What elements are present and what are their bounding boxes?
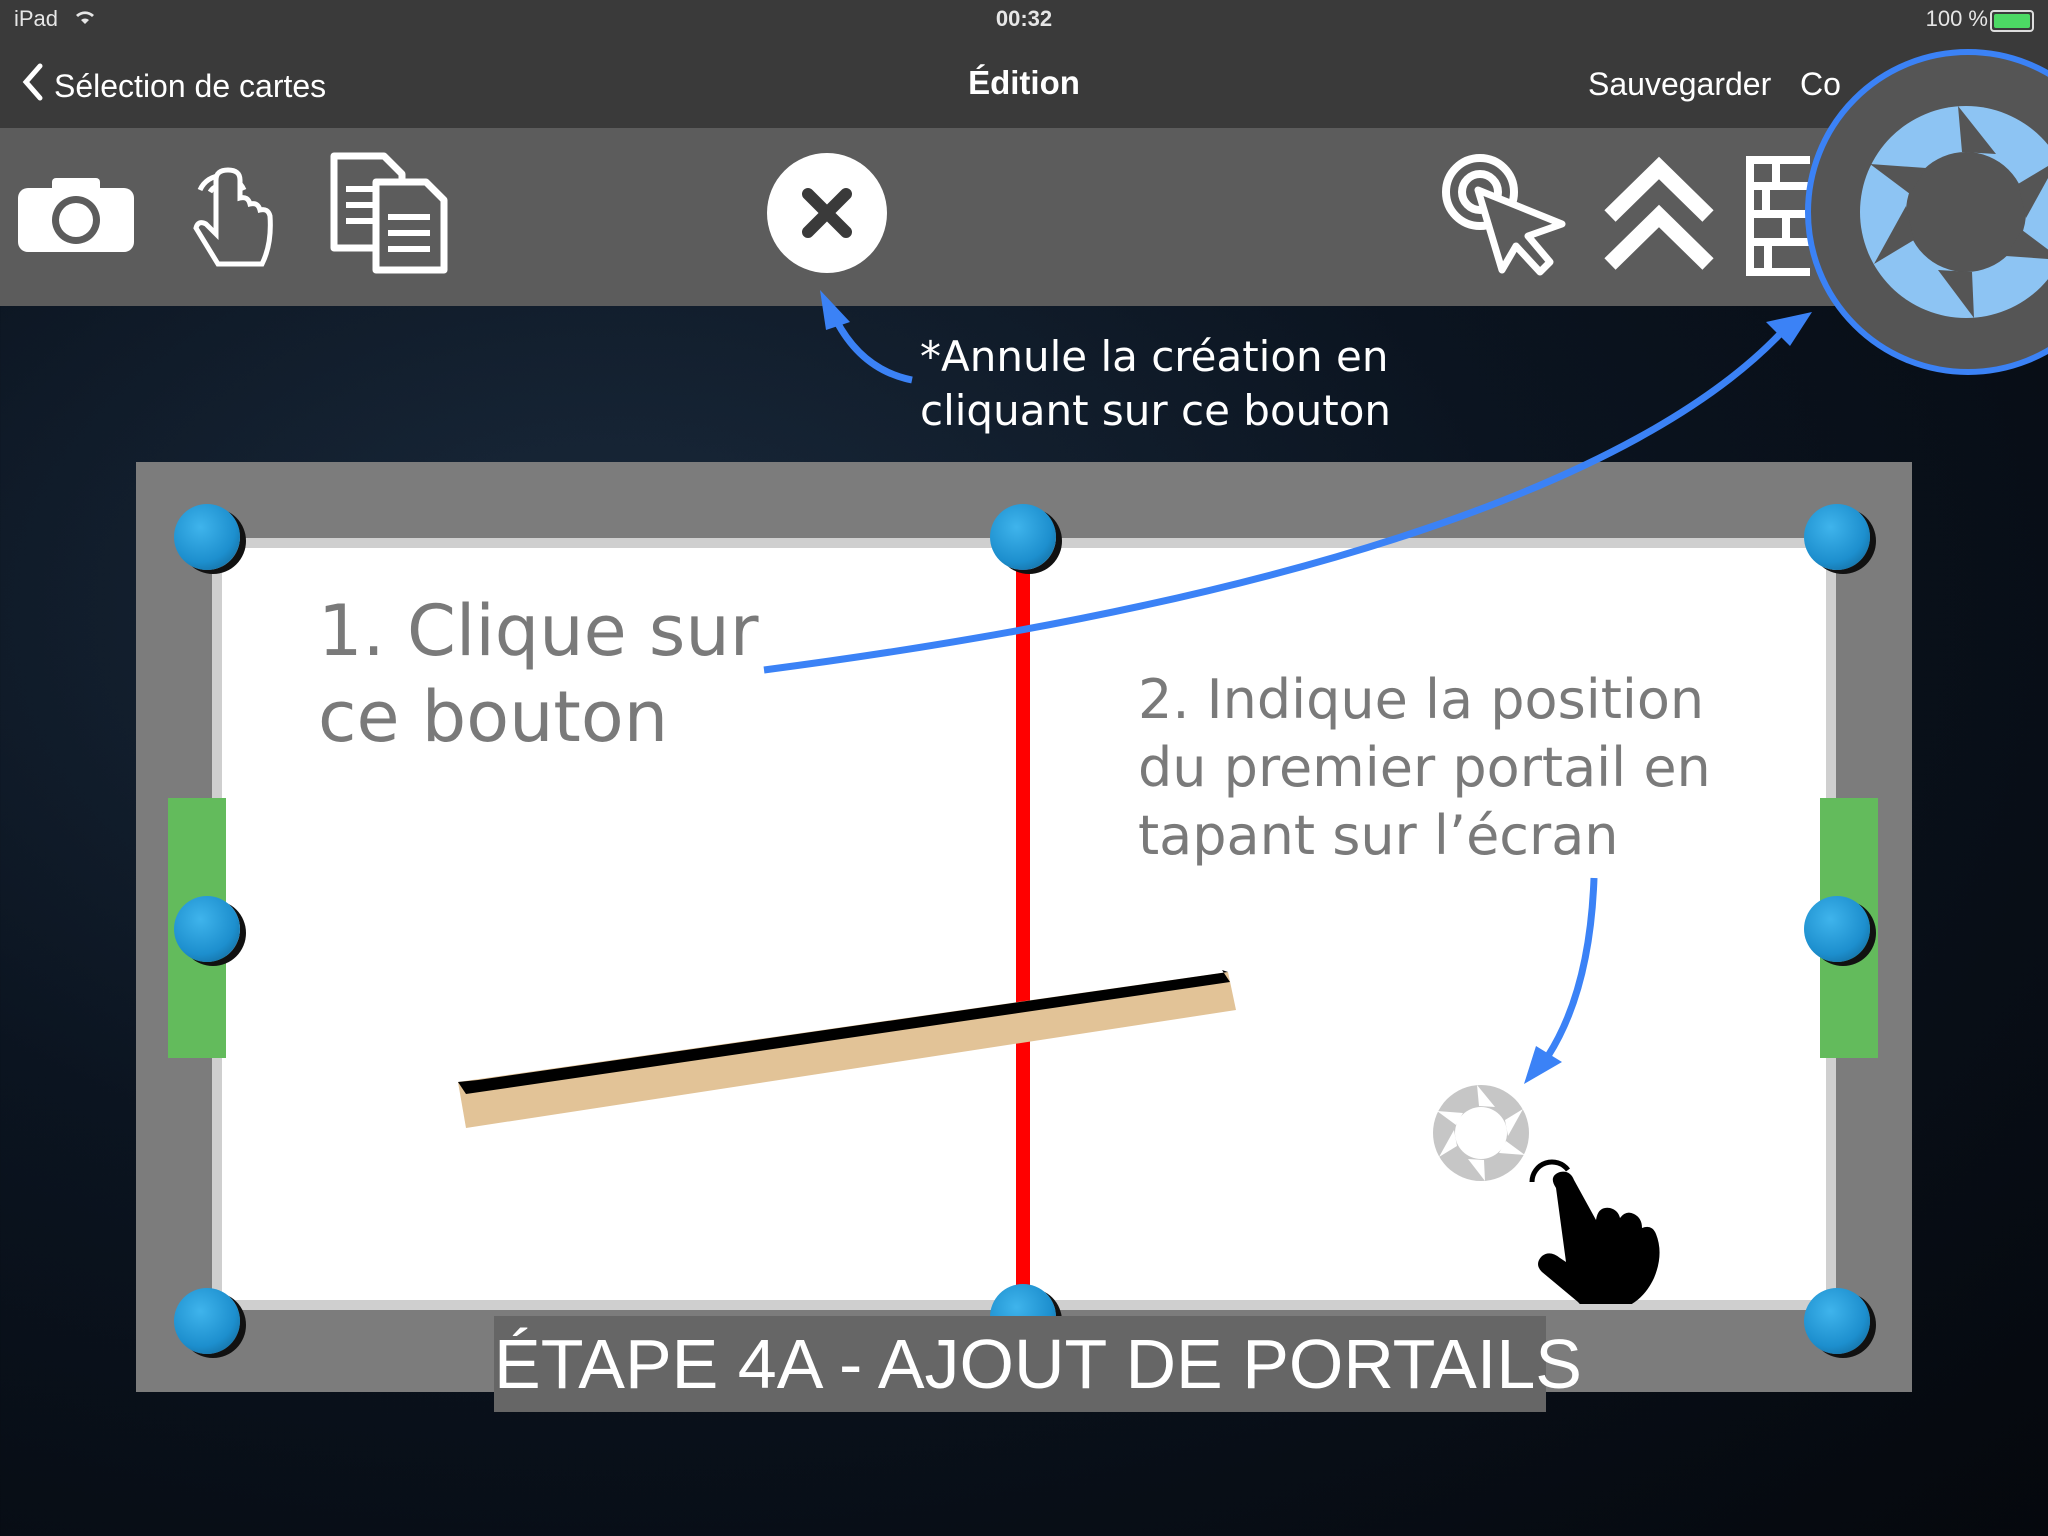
cancel-annotation: *Annule la création en cliquant sur ce b… xyxy=(920,330,1391,438)
ball[interactable] xyxy=(1804,1288,1870,1354)
placed-portal-icon[interactable] xyxy=(1432,1084,1530,1187)
camera-icon[interactable] xyxy=(16,174,136,259)
status-bar: iPad 00:32 100 % xyxy=(0,0,2048,40)
step2-instruction: 2. Indique la position du premier portai… xyxy=(1138,666,1738,870)
center-line xyxy=(1016,536,1030,1316)
close-icon[interactable] xyxy=(766,152,888,279)
cancel-note-line1: *Annule la création en xyxy=(920,332,1389,381)
tap-hand-icon xyxy=(1526,1158,1666,1313)
save-button[interactable]: Sauvegarder xyxy=(1588,66,1771,103)
step2-line2: du premier portail en xyxy=(1138,736,1711,799)
step2-line1: 2. Indique la position xyxy=(1138,668,1705,731)
clock: 00:32 xyxy=(995,6,1053,31)
ball[interactable] xyxy=(990,504,1056,570)
copy-icon[interactable] xyxy=(326,152,450,281)
step1-instruction: 1. Clique sur ce bouton xyxy=(318,588,759,760)
battery-icon xyxy=(1990,10,2034,32)
editor-toolbar xyxy=(0,128,2048,306)
ball[interactable] xyxy=(174,896,240,962)
step2-line3: tapant sur l’écran xyxy=(1138,804,1619,867)
step1-line1: 1. Clique sur xyxy=(318,590,759,672)
ball[interactable] xyxy=(1804,896,1870,962)
tap-hand-icon[interactable] xyxy=(184,150,280,279)
ball[interactable] xyxy=(1804,504,1870,570)
battery-percent: 100 % xyxy=(1925,6,1988,31)
step1-line2: ce bouton xyxy=(318,676,669,758)
portal-button[interactable] xyxy=(1792,44,2048,378)
ball[interactable] xyxy=(174,1288,240,1354)
cancel-note-line2: cliquant sur ce bouton xyxy=(920,386,1392,435)
navigation-bar: Sélection de cartes Édition Sauvegarder … xyxy=(0,40,2048,128)
target-cursor-icon[interactable] xyxy=(1440,152,1566,281)
step-caption: ÉTAPE 4A - AJOUT DE PORTAILS xyxy=(494,1316,1582,1412)
ball[interactable] xyxy=(174,504,240,570)
double-chevron-up-icon[interactable] xyxy=(1604,152,1714,281)
